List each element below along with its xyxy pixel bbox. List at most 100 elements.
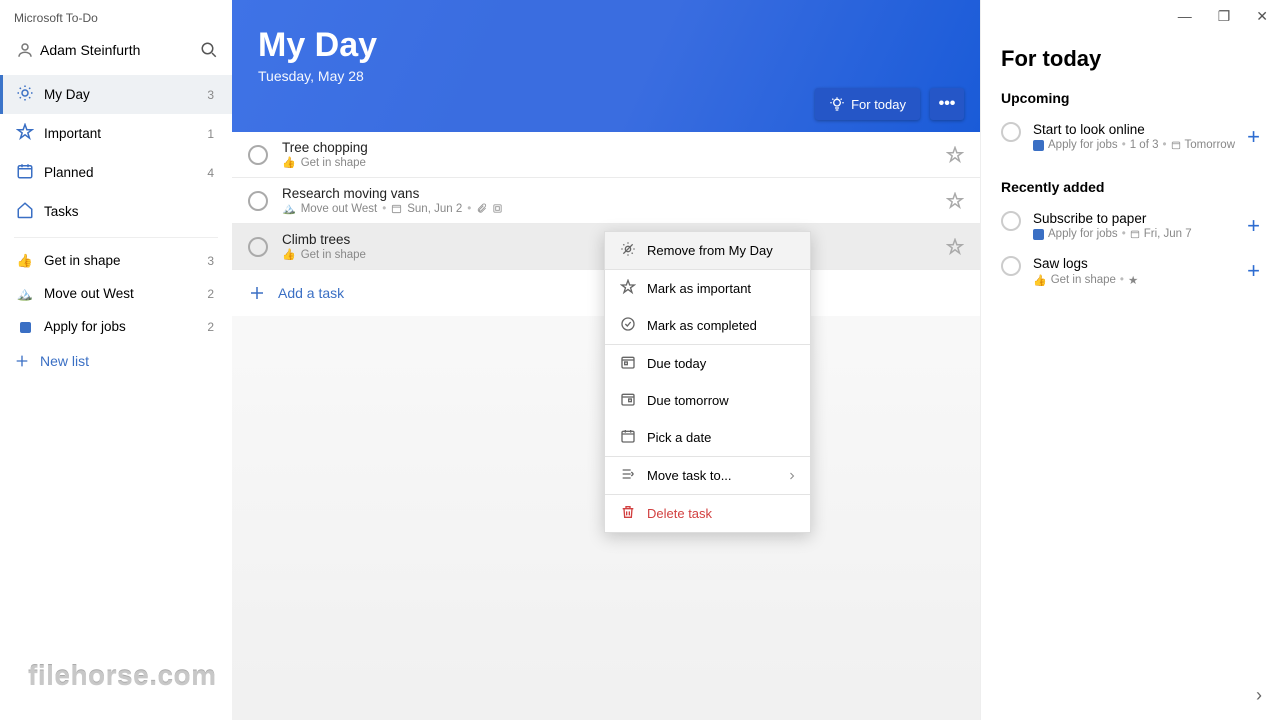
suggestion-due: Tomorrow — [1185, 139, 1235, 151]
minimize-button[interactable]: — — [1172, 6, 1198, 27]
task-list-name: Move out West — [301, 203, 378, 215]
window-controls: — ❐ ✕ — [1172, 6, 1274, 27]
due-icon — [1171, 140, 1181, 150]
star-icon — [617, 279, 639, 298]
complete-circle[interactable] — [248, 237, 268, 257]
new-list-label: New list — [40, 353, 89, 369]
search-icon[interactable] — [200, 41, 218, 59]
panel-title: For today — [1001, 46, 1260, 72]
ctx-remove-my-day[interactable]: Remove from My Day — [605, 232, 810, 269]
star-icon[interactable] — [946, 192, 964, 210]
steps-icon — [492, 203, 503, 214]
suggestion-title: Saw logs — [1033, 256, 1247, 271]
nav-tasks[interactable]: Tasks — [0, 192, 232, 231]
list-label: Apply for jobs — [44, 319, 207, 334]
ctx-delete-task[interactable]: Delete task — [605, 495, 810, 532]
main-column: My Day Tuesday, May 28 For today ••• Tre… — [232, 0, 980, 720]
section-upcoming: Upcoming — [1001, 90, 1260, 106]
task-row[interactable]: Research moving vans 🏔️Move out West • S… — [232, 178, 980, 224]
list-count: 2 — [207, 287, 214, 301]
user-icon — [14, 41, 36, 59]
list-icon: 🏔️ — [282, 202, 296, 215]
for-today-button[interactable]: For today — [815, 88, 920, 120]
bulb-icon — [829, 96, 845, 112]
nav-label: My Day — [44, 87, 207, 102]
ctx-label: Delete task — [647, 506, 798, 521]
nav-label: Tasks — [44, 204, 218, 219]
nav-planned[interactable]: Planned 4 — [0, 153, 232, 192]
sidebar-divider — [14, 237, 218, 238]
nav-label: Important — [44, 126, 207, 141]
user-row[interactable]: Adam Steinfurth — [0, 31, 232, 75]
context-menu: Remove from My Day Mark as important Mar… — [604, 231, 811, 533]
ctx-label: Pick a date — [647, 430, 798, 445]
add-suggestion-button[interactable]: + — [1247, 124, 1260, 150]
list-icon: 👍 — [1033, 274, 1047, 287]
maximize-button[interactable]: ❐ — [1212, 6, 1237, 27]
task-list-name: Get in shape — [301, 249, 366, 261]
nav-my-day[interactable]: My Day 3 — [0, 75, 232, 114]
plus-icon — [14, 353, 30, 369]
complete-circle[interactable] — [1001, 256, 1021, 276]
for-today-label: For today — [851, 97, 906, 112]
calendar-pick-icon — [617, 428, 639, 447]
next-page-button[interactable]: › — [1256, 685, 1262, 706]
task-title: Tree chopping — [282, 140, 946, 155]
list-icon — [1033, 229, 1044, 240]
sun-icon — [14, 84, 36, 105]
add-task-label: Add a task — [278, 285, 344, 301]
sidebar-list-2[interactable]: Apply for jobs 2 — [0, 310, 232, 343]
list-label: Move out West — [44, 286, 207, 301]
nav-label: Planned — [44, 165, 207, 180]
attachment-icon — [476, 203, 487, 214]
trash-icon — [617, 504, 639, 523]
complete-circle[interactable] — [248, 191, 268, 211]
nav-count: 4 — [207, 166, 214, 180]
calendar-today-icon — [617, 354, 639, 373]
task-due: Sun, Jun 2 — [407, 203, 462, 215]
suggestion-steps: 1 of 3 — [1130, 139, 1159, 151]
ctx-label: Mark as completed — [647, 318, 798, 333]
complete-circle[interactable] — [248, 145, 268, 165]
page-title: My Day — [258, 26, 954, 65]
list-icon: 👍 — [282, 156, 296, 169]
sidebar: Microsoft To-Do Adam Steinfurth My Day 3… — [0, 0, 232, 720]
suggestion-due: Fri, Jun 7 — [1144, 228, 1192, 240]
task-row[interactable]: Tree chopping 👍Get in shape — [232, 132, 980, 178]
ellipsis-icon: ••• — [939, 95, 956, 113]
plus-icon — [248, 284, 266, 302]
more-button[interactable]: ••• — [930, 88, 964, 120]
task-title: Research moving vans — [282, 186, 946, 201]
star-icon — [14, 123, 36, 144]
ctx-due-today[interactable]: Due today — [605, 345, 810, 382]
ctx-mark-completed[interactable]: Mark as completed — [605, 307, 810, 344]
sidebar-list-0[interactable]: 👍 Get in shape 3 — [0, 244, 232, 277]
sidebar-list-1[interactable]: 🏔️ Move out West 2 — [0, 277, 232, 310]
list-emoji-icon: 👍 — [14, 254, 36, 267]
star-icon[interactable] — [946, 238, 964, 256]
ctx-label: Due today — [647, 356, 798, 371]
check-circle-icon — [617, 316, 639, 335]
close-button[interactable]: ✕ — [1250, 6, 1274, 27]
nav-important[interactable]: Important 1 — [0, 114, 232, 153]
complete-circle[interactable] — [1001, 122, 1021, 142]
add-suggestion-button[interactable]: + — [1247, 213, 1260, 239]
ctx-mark-important[interactable]: Mark as important — [605, 270, 810, 307]
suggestions-panel: — ❐ ✕ For today Upcoming Start to look o… — [980, 0, 1280, 720]
star-icon[interactable] — [946, 146, 964, 164]
user-name: Adam Steinfurth — [40, 42, 200, 58]
suggestion-row[interactable]: Subscribe to paper Apply for jobs•Fri, J… — [1001, 205, 1260, 250]
complete-circle[interactable] — [1001, 211, 1021, 231]
ctx-due-tomorrow[interactable]: Due tomorrow — [605, 382, 810, 419]
ctx-move-task[interactable]: Move task to... — [605, 457, 810, 494]
add-suggestion-button[interactable]: + — [1247, 258, 1260, 284]
suggestion-row[interactable]: Saw logs 👍Get in shape•★ + — [1001, 250, 1260, 297]
nav-count: 3 — [207, 88, 214, 102]
section-recent: Recently added — [1001, 179, 1260, 195]
ctx-pick-date[interactable]: Pick a date — [605, 419, 810, 456]
app-title: Microsoft To-Do — [0, 5, 232, 31]
new-list-button[interactable]: New list — [0, 343, 232, 379]
list-count: 3 — [207, 254, 214, 268]
ctx-label: Mark as important — [647, 281, 798, 296]
suggestion-row[interactable]: Start to look online Apply for jobs•1 of… — [1001, 116, 1260, 161]
